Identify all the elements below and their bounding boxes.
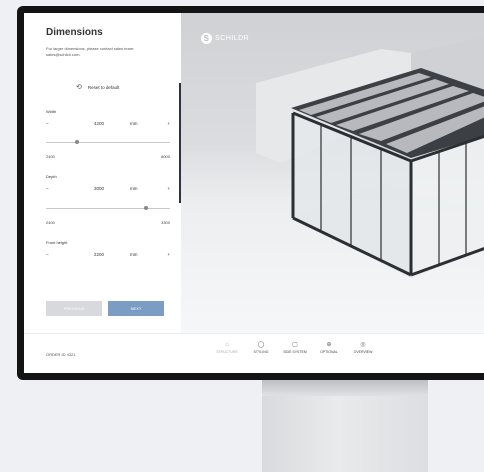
front-height-stepper[interactable]: – 2200 mm + (46, 252, 170, 262)
width-value[interactable]: 4200 (94, 121, 104, 126)
brand-logo: S SCHILDR (201, 33, 249, 44)
front-height-label: Front height (46, 240, 68, 245)
depth-slider[interactable] (46, 206, 170, 210)
depth-plus-button[interactable]: + (167, 186, 170, 191)
step-label: STRUCTURE (216, 350, 238, 354)
width-unit: mm (130, 121, 138, 126)
order-id: ORDER ID 4321 (46, 352, 76, 357)
dimensions-panel: Dimensions For larger dimensions, please… (24, 13, 181, 333)
logo-mark: S (201, 33, 212, 44)
width-slider[interactable] (46, 140, 170, 144)
panel-title: Dimensions (46, 27, 103, 38)
step-overview[interactable]: ◎ OVERVIEW (348, 340, 378, 354)
width-stepper[interactable]: – 4200 mm + (46, 121, 170, 131)
structure-icon: ⌂ (225, 342, 229, 348)
side-system-icon: ▢ (292, 342, 298, 348)
width-max: 8000 (161, 154, 170, 159)
monitor-stand-shadow (262, 378, 428, 396)
depth-minus-button[interactable]: – (46, 186, 49, 191)
width-minus-button[interactable]: – (46, 121, 49, 126)
veranda-render (256, 37, 484, 278)
width-min: 2400 (46, 154, 55, 159)
depth-max: 3300 (161, 220, 170, 225)
reset-label: Reset to default (87, 84, 120, 90)
logo-text: SCHILDR (215, 35, 250, 42)
3d-viewport[interactable]: S SCHILDR (181, 13, 484, 333)
app-screen: Dimensions For larger dimensions, please… (24, 13, 484, 373)
step-styling[interactable]: ◯ STYLING (246, 340, 276, 354)
width-label: Width (46, 109, 57, 114)
width-range: 2400 8000 (46, 154, 170, 159)
depth-label: Depth (46, 174, 57, 179)
front-height-plus-button[interactable]: + (167, 252, 170, 257)
previous-button[interactable]: PREVIOUS (46, 301, 102, 316)
step-structure[interactable]: ⌂ STRUCTURE (212, 340, 242, 354)
step-optional[interactable]: ⊕ OPTIONAL (314, 340, 344, 354)
depth-slider-handle[interactable] (144, 206, 148, 210)
front-height-minus-button[interactable]: – (46, 252, 49, 257)
step-side-system[interactable]: ▢ SIDE SYSTEM (280, 340, 310, 354)
reset-icon: ⟲ (76, 84, 82, 91)
panel-note: For larger dimensions, please contact sa… (46, 46, 135, 57)
depth-stepper[interactable]: – 3000 mm + (46, 186, 170, 196)
depth-range: 2400 3300 (46, 220, 170, 225)
step-label: OPTIONAL (320, 350, 338, 354)
width-slider-handle[interactable] (75, 140, 79, 144)
depth-unit: mm (130, 186, 138, 191)
width-plus-button[interactable]: + (167, 121, 170, 126)
bottom-bar: ORDER ID 4321 ⌂ STRUCTURE ◯ STYLING ▢ SI… (24, 333, 484, 373)
next-button[interactable]: NEXT (108, 301, 164, 316)
optional-icon: ⊕ (326, 342, 332, 348)
depth-min: 2400 (46, 220, 55, 225)
step-label: STYLING (253, 350, 269, 354)
overview-icon: ◎ (360, 342, 366, 348)
front-height-value[interactable]: 2200 (94, 252, 104, 257)
depth-value[interactable]: 3000 (94, 186, 104, 191)
styling-icon: ◯ (257, 342, 265, 348)
reset-button[interactable]: ⟲ Reset to default (76, 83, 119, 91)
front-height-unit: mm (130, 252, 138, 257)
step-label: OVERVIEW (353, 350, 373, 354)
step-nav: ⌂ STRUCTURE ◯ STYLING ▢ SIDE SYSTEM ⊕ OP… (212, 340, 378, 354)
step-label: SIDE SYSTEM (283, 350, 307, 354)
